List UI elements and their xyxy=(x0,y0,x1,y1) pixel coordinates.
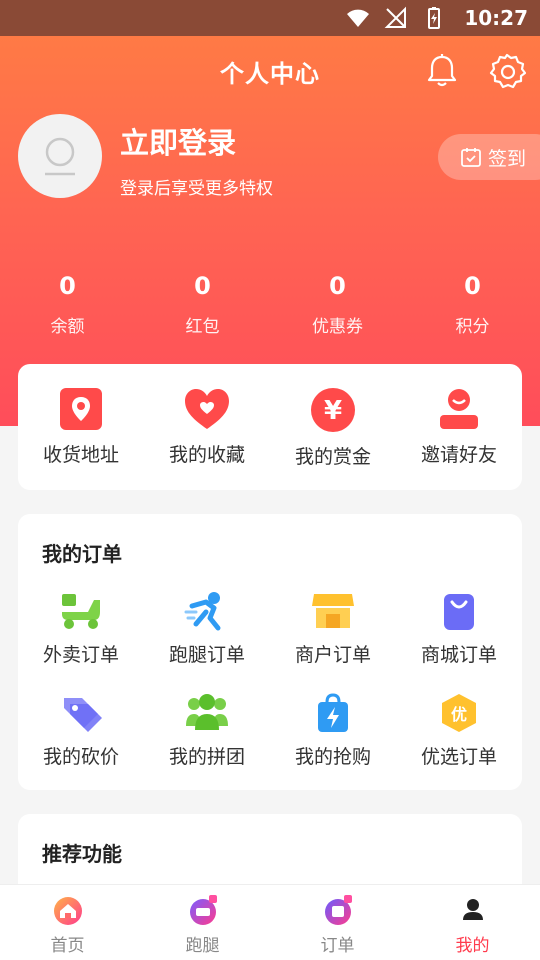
orders-title: 我的订单 xyxy=(42,542,122,566)
svg-text:¥: ¥ xyxy=(324,396,342,426)
nav-label: 订单 xyxy=(320,936,355,956)
quick-label: 收货地址 xyxy=(42,444,119,466)
battery-icon xyxy=(428,7,441,29)
bell-icon[interactable] xyxy=(424,52,460,88)
quick-address[interactable]: 收货地址 xyxy=(18,386,144,467)
nav-errand[interactable]: 跑腿 xyxy=(135,885,270,960)
profile-icon xyxy=(462,899,483,920)
select-badge-icon: 优 xyxy=(442,694,476,732)
login-subtitle: 登录后享受更多特权 xyxy=(120,179,273,199)
quick-label: 我的赏金 xyxy=(294,446,371,468)
nav-label: 跑腿 xyxy=(185,936,220,956)
stat-value: 0 xyxy=(194,272,211,300)
recommend-title: 推荐功能 xyxy=(42,842,122,866)
group-icon xyxy=(186,694,228,730)
order-label: 优选订单 xyxy=(420,746,497,768)
shop-icon xyxy=(312,594,354,628)
stat-value: 0 xyxy=(329,272,346,300)
bottom-nav: 首页 跑腿 订单 我的 xyxy=(0,884,540,960)
nav-label: 首页 xyxy=(50,936,85,956)
price-tag-icon xyxy=(64,698,102,732)
login-link[interactable]: 立即登录 xyxy=(120,120,236,162)
order-label: 商户订单 xyxy=(294,644,371,666)
nav-label: 我的 xyxy=(455,936,490,956)
order-flash-sale[interactable]: 我的抢购 xyxy=(270,692,396,769)
order-mall[interactable]: 商城订单 xyxy=(396,590,522,667)
status-bar: 10:27 xyxy=(0,0,540,36)
my-orders-card: 我的订单 外卖订单 跑腿订单 商户订单 商城订单 我的砍价 我的拼团 我的抢购 … xyxy=(18,514,522,790)
no-signal-icon xyxy=(384,6,407,28)
quick-actions-card: 收货地址 我的收藏 ¥ 我的赏金 邀请好友 xyxy=(18,364,522,490)
order-label: 跑腿订单 xyxy=(168,644,245,666)
errand-icon xyxy=(189,895,217,925)
home-icon xyxy=(53,897,82,925)
runner-icon xyxy=(184,592,221,631)
wifi-icon xyxy=(347,9,370,27)
stat-label: 积分 xyxy=(455,317,490,337)
gear-icon[interactable] xyxy=(488,52,526,90)
order-label: 我的抢购 xyxy=(294,746,371,768)
delivery-scooter-icon xyxy=(62,594,100,629)
stat-value: 0 xyxy=(59,272,76,300)
stat-label: 余额 xyxy=(50,317,85,337)
quick-label: 邀请好友 xyxy=(420,444,497,466)
signin-label: 签到 xyxy=(488,147,527,170)
avatar[interactable] xyxy=(18,114,102,198)
order-label: 我的砍价 xyxy=(42,746,119,768)
order-label: 外卖订单 xyxy=(42,644,119,666)
quick-bounty[interactable]: ¥ 我的赏金 xyxy=(270,386,396,469)
stat-value: 0 xyxy=(464,272,481,300)
title-bar: 个人中心 xyxy=(0,36,540,106)
order-selected[interactable]: 优 优选订单 xyxy=(396,692,522,769)
nav-home[interactable]: 首页 xyxy=(0,885,135,960)
order-label: 商城订单 xyxy=(420,644,497,666)
clock: 10:27 xyxy=(464,6,528,30)
order-icon xyxy=(324,895,352,925)
order-label: 我的拼团 xyxy=(168,746,245,768)
stat-balance[interactable]: 0 余额 xyxy=(0,272,135,337)
order-merchant[interactable]: 商户订单 xyxy=(270,590,396,667)
yuan-icon: ¥ xyxy=(311,388,355,432)
order-takeout[interactable]: 外卖订单 xyxy=(18,590,144,667)
quick-invite[interactable]: 邀请好友 xyxy=(396,386,522,467)
nav-orders[interactable]: 订单 xyxy=(270,885,405,960)
svg-text:优: 优 xyxy=(451,705,467,724)
order-bargain[interactable]: 我的砍价 xyxy=(18,692,144,769)
invite-user-icon xyxy=(440,389,478,429)
order-group-buy[interactable]: 我的拼团 xyxy=(144,692,270,769)
stat-red-packet[interactable]: 0 红包 xyxy=(135,272,270,337)
flash-bag-icon xyxy=(318,693,348,732)
nav-profile[interactable]: 我的 xyxy=(405,885,540,960)
signin-button[interactable]: 签到 xyxy=(438,134,540,180)
location-icon xyxy=(60,388,102,430)
stat-coupons[interactable]: 0 优惠券 xyxy=(270,272,405,337)
quick-favorites[interactable]: 我的收藏 xyxy=(144,386,270,467)
stat-points[interactable]: 0 积分 xyxy=(405,272,540,337)
default-avatar-icon xyxy=(45,137,75,176)
stat-label: 优惠券 xyxy=(312,317,363,337)
shopping-bag-icon xyxy=(444,594,474,630)
order-errand[interactable]: 跑腿订单 xyxy=(144,590,270,667)
quick-label: 我的收藏 xyxy=(168,444,245,466)
stat-label: 红包 xyxy=(185,317,220,337)
stats-row: 0 余额 0 红包 0 优惠券 0 积分 xyxy=(0,272,540,342)
heart-icon xyxy=(185,389,229,429)
calendar-check-icon xyxy=(461,148,481,167)
